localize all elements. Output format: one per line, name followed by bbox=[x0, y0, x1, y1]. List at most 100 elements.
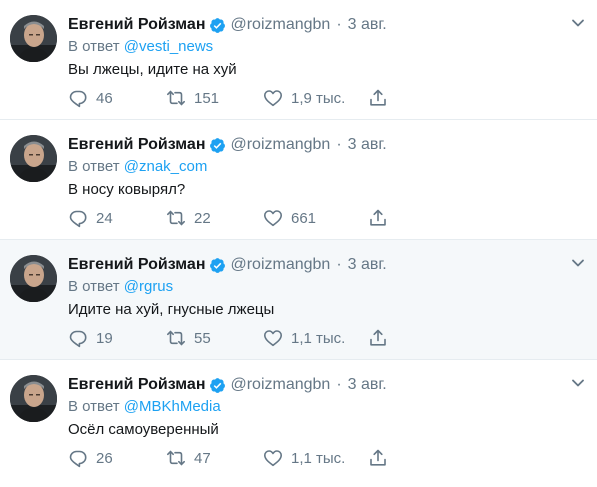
author-handle[interactable]: @roizmangbn bbox=[230, 376, 330, 394]
reply-icon bbox=[68, 208, 88, 228]
like-button[interactable]: 1,1 тыс. bbox=[263, 448, 368, 468]
share-button[interactable] bbox=[368, 448, 388, 468]
verified-badge-icon bbox=[209, 137, 226, 154]
like-count: 661 bbox=[291, 209, 317, 227]
heart-icon bbox=[263, 448, 283, 468]
author-name[interactable]: Евгений Ройзман bbox=[68, 376, 205, 394]
reply-count: 24 bbox=[96, 209, 113, 227]
tweet-text: Осёл самоуверенный bbox=[68, 421, 219, 438]
reply-count: 46 bbox=[96, 89, 113, 107]
like-button[interactable]: 1,9 тыс. bbox=[263, 88, 368, 108]
tweet-content: Евгений Ройзман @roizmangbn · 3 авг. В о… bbox=[68, 14, 587, 80]
reply-icon bbox=[68, 88, 88, 108]
author-name[interactable]: Евгений Ройзман bbox=[68, 136, 205, 154]
heart-icon bbox=[263, 208, 283, 228]
reply-icon bbox=[68, 448, 88, 468]
retweet-icon bbox=[166, 208, 186, 228]
retweet-icon bbox=[166, 448, 186, 468]
like-count: 1,1 тыс. bbox=[291, 329, 346, 347]
reply-prefix: В ответ bbox=[68, 158, 120, 175]
tweet-header: Евгений Ройзман @roizmangbn · 3 авг. bbox=[68, 134, 587, 156]
reply-to-mention[interactable]: @rgrus bbox=[124, 278, 173, 295]
reply-button[interactable]: 24 bbox=[68, 208, 166, 228]
chevron-down-icon[interactable] bbox=[571, 376, 585, 390]
retweet-count: 47 bbox=[194, 449, 211, 467]
share-icon bbox=[368, 448, 388, 468]
verified-badge-icon bbox=[209, 17, 226, 34]
verified-badge-icon bbox=[209, 377, 226, 394]
avatar[interactable] bbox=[10, 375, 57, 422]
reply-to-mention[interactable]: @znak_com bbox=[124, 158, 208, 175]
tweet-date[interactable]: 3 авг. bbox=[348, 136, 387, 154]
retweet-count: 55 bbox=[194, 329, 211, 347]
author-handle[interactable]: @roizmangbn bbox=[230, 16, 330, 34]
chevron-down-icon[interactable] bbox=[571, 256, 585, 270]
like-button[interactable]: 661 bbox=[263, 208, 368, 228]
reply-count: 19 bbox=[96, 329, 113, 347]
share-button[interactable] bbox=[368, 88, 388, 108]
reply-count: 26 bbox=[96, 449, 113, 467]
tweet-content: Евгений Ройзман @roizmangbn · 3 авг. В о… bbox=[68, 374, 587, 440]
tweet-header: Евгений Ройзман @roizmangbn · 3 авг. bbox=[68, 374, 587, 396]
share-icon bbox=[368, 208, 388, 228]
reply-to-mention[interactable]: @MBKhMedia bbox=[124, 398, 221, 415]
retweet-button[interactable]: 22 bbox=[166, 208, 263, 228]
retweet-button[interactable]: 151 bbox=[166, 88, 263, 108]
tweet-text: Вы лжецы, идите на хуй bbox=[68, 61, 237, 78]
heart-icon bbox=[263, 88, 283, 108]
tweet[interactable]: Евгений Ройзман @roizmangbn · 3 авг. В о… bbox=[0, 120, 597, 240]
retweet-icon bbox=[166, 88, 186, 108]
tweet[interactable]: Евгений Ройзман @roizmangbn · 3 авг. В о… bbox=[0, 0, 597, 120]
retweet-count: 151 bbox=[194, 89, 220, 107]
tweet[interactable]: Евгений Ройзман @roizmangbn · 3 авг. В о… bbox=[0, 240, 597, 360]
reply-context: В ответ @rgrus bbox=[68, 277, 587, 297]
retweet-count: 22 bbox=[194, 209, 211, 227]
tweet-actions: 26 47 1,1 тыс. bbox=[68, 447, 388, 469]
author-handle[interactable]: @roizmangbn bbox=[230, 256, 330, 274]
author-name[interactable]: Евгений Ройзман bbox=[68, 256, 205, 274]
tweet-date[interactable]: 3 авг. bbox=[348, 16, 387, 34]
reply-context: В ответ @MBKhMedia bbox=[68, 397, 587, 417]
chevron-down-icon[interactable] bbox=[571, 16, 585, 30]
reply-prefix: В ответ bbox=[68, 38, 120, 55]
reply-button[interactable]: 19 bbox=[68, 328, 166, 348]
retweet-button[interactable]: 47 bbox=[166, 448, 263, 468]
avatar[interactable] bbox=[10, 135, 57, 182]
tweet-header: Евгений Ройзман @roizmangbn · 3 авг. bbox=[68, 254, 587, 276]
avatar[interactable] bbox=[10, 15, 57, 62]
author-name[interactable]: Евгений Ройзман bbox=[68, 16, 205, 34]
reply-prefix: В ответ bbox=[68, 278, 120, 295]
like-button[interactable]: 1,1 тыс. bbox=[263, 328, 368, 348]
share-icon bbox=[368, 88, 388, 108]
reply-button[interactable]: 26 bbox=[68, 448, 166, 468]
share-button[interactable] bbox=[368, 328, 388, 348]
tweet-actions: 46 151 1,9 тыс. bbox=[68, 87, 388, 109]
tweet[interactable]: Евгений Ройзман @roizmangbn · 3 авг. В о… bbox=[0, 360, 597, 484]
tweet-date[interactable]: 3 авг. bbox=[348, 256, 387, 274]
separator-dot: · bbox=[336, 256, 342, 273]
like-count: 1,9 тыс. bbox=[291, 89, 346, 107]
reply-icon bbox=[68, 328, 88, 348]
separator-dot: · bbox=[336, 376, 342, 393]
tweet-actions: 24 22 661 bbox=[68, 207, 388, 229]
retweet-button[interactable]: 55 bbox=[166, 328, 263, 348]
separator-dot: · bbox=[336, 136, 342, 153]
tweet-text: В носу ковырял? bbox=[68, 181, 186, 198]
reply-button[interactable]: 46 bbox=[68, 88, 166, 108]
avatar[interactable] bbox=[10, 255, 57, 302]
retweet-icon bbox=[166, 328, 186, 348]
tweet-text: Идите на хуй, гнусные лжецы bbox=[68, 301, 275, 318]
tweet-feed: Евгений Ройзман @roizmangbn · 3 авг. В о… bbox=[0, 0, 597, 484]
tweet-actions: 19 55 1,1 тыс. bbox=[68, 327, 388, 349]
tweet-content: Евгений Ройзман @roizmangbn · 3 авг. В о… bbox=[68, 254, 587, 320]
share-icon bbox=[368, 328, 388, 348]
reply-context: В ответ @vesti_news bbox=[68, 37, 587, 57]
tweet-date[interactable]: 3 авг. bbox=[348, 376, 387, 394]
reply-to-mention[interactable]: @vesti_news bbox=[124, 38, 213, 55]
author-handle[interactable]: @roizmangbn bbox=[230, 136, 330, 154]
verified-badge-icon bbox=[209, 257, 226, 274]
tweet-content: Евгений Ройзман @roizmangbn · 3 авг. В о… bbox=[68, 134, 587, 200]
share-button[interactable] bbox=[368, 208, 388, 228]
reply-context: В ответ @znak_com bbox=[68, 157, 587, 177]
like-count: 1,1 тыс. bbox=[291, 449, 346, 467]
